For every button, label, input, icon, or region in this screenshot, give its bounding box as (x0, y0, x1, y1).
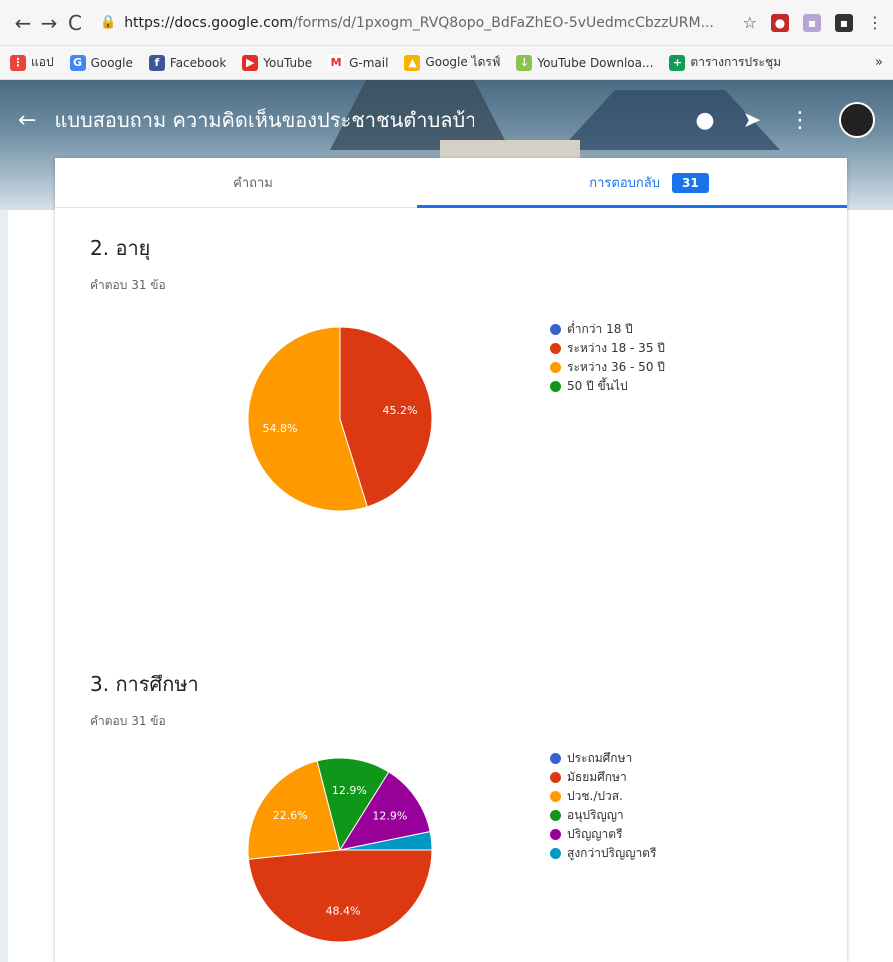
youtube-icon: ▶ (242, 54, 259, 71)
pie-slice-label: 22.6% (273, 809, 308, 822)
legend-item: ปวช./ปวส. (550, 787, 656, 806)
legend-label: ระหว่าง 18 - 35 ปี (567, 341, 665, 355)
legend-item: 50 ปี ขึ้นไป (550, 377, 665, 396)
responses-card: คำถาม การตอบกลับ 31 2. อายุ คำตอบ 31 ข้อ … (55, 158, 847, 962)
form-tabs: คำถาม การตอบกลับ 31 (55, 158, 847, 208)
question-age: 2. อายุ คำตอบ 31 ข้อ (90, 232, 166, 295)
response-count-text: คำตอบ 31 ข้อ (90, 278, 166, 292)
bookmark-facebook[interactable]: f Facebook (148, 54, 226, 71)
age-legend: ต่ำกว่า 18 ปีระหว่าง 18 - 35 ปีระหว่าง 3… (550, 320, 665, 396)
address-bar[interactable]: 🔒 https://docs.google.com/forms/d/1pxogm… (100, 15, 733, 31)
forward-arrow-icon[interactable]: → (36, 11, 62, 35)
browser-toolbar: ← → C 🔒 https://docs.google.com/forms/d/… (0, 0, 893, 46)
star-icon[interactable]: ☆ (743, 13, 757, 32)
active-tab-indicator (417, 205, 847, 208)
profile-extension-icon[interactable]: ▪ (835, 13, 853, 32)
shield-extension-icon[interactable]: ● (771, 13, 789, 32)
send-icon[interactable]: ➤ (743, 108, 761, 133)
form-title: แบบสอบถาม ความคิดเห็นของประชาชนตำบลบ้า (54, 108, 475, 132)
pie-slice-label: 12.9% (372, 809, 407, 822)
reload-icon[interactable]: C (62, 11, 88, 35)
legend-item: ประถมศึกษา (550, 749, 656, 768)
drive-icon: ▲ (404, 54, 421, 71)
legend-color-dot (550, 772, 561, 783)
legend-color-dot (550, 810, 561, 821)
back-arrow-icon[interactable]: ← (10, 11, 36, 35)
lock-icon: 🔒 (100, 15, 117, 30)
tab-questions[interactable]: คำถาม (55, 158, 451, 207)
pdf-extension-icon[interactable]: ▪ (803, 13, 821, 32)
pie-slice-label: 54.8% (262, 422, 297, 435)
legend-color-dot (550, 848, 561, 859)
legend-item: ระหว่าง 36 - 50 ปี (550, 358, 665, 377)
legend-item: สูงกว่าปริญญาตรี (550, 844, 656, 863)
legend-label: 50 ปี ขึ้นไป (567, 379, 628, 393)
page-background-edge (0, 210, 8, 962)
age-pie-chart: 45.2% 54.8% (247, 326, 433, 512)
education-legend: ประถมศึกษามัธยมศึกษาปวช./ปวส. อนุปริญญาปร… (550, 749, 656, 863)
bookmarks-bar: ⋮ แอป G Google f Facebook ▶ YouTube M G-mail … (0, 46, 893, 80)
bookmark-gmail[interactable]: M G-mail (328, 54, 388, 71)
legend-color-dot (550, 324, 561, 335)
bookmark-youtube[interactable]: ▶ YouTube (242, 54, 312, 71)
legend-item: มัธยมศึกษา (550, 768, 656, 787)
calendar-plus-icon: + (669, 54, 686, 71)
legend-item: ปริญญาตรี (550, 825, 656, 844)
url-text: https://docs.google.com/forms/d/1pxogm_R… (124, 14, 714, 31)
question-title: 3. การศึกษา (90, 672, 199, 696)
legend-color-dot (550, 791, 561, 802)
legend-color-dot (550, 362, 561, 373)
responses-count-badge: 31 (672, 172, 709, 193)
legend-item: ระหว่าง 18 - 35 ปี (550, 339, 665, 358)
pie-slice[interactable] (247, 849, 433, 943)
bookmark-apps[interactable]: ⋮ แอป (10, 53, 54, 72)
legend-label: สูงกว่าปริญญาตรี (567, 846, 657, 860)
form-header-bar: ← แบบสอบถาม ความคิดเห็นของประชาชนตำบลบ้า… (0, 80, 893, 160)
education-pie-chart: 48.4% 22.6% 12.9% 12.9% (247, 757, 433, 943)
pie-slice-label: 45.2% (383, 404, 418, 417)
more-bookmarks-icon[interactable]: » (875, 55, 883, 70)
pie-slice-label: 12.9% (332, 784, 367, 797)
legend-label: อนุปริญญา (567, 808, 624, 822)
bookmark-google[interactable]: G Google (69, 54, 133, 71)
bookmark-youtube-downloader[interactable]: ↓ YouTube Downloa... (516, 54, 653, 71)
legend-label: ปริญญาตรี (567, 827, 623, 841)
avatar[interactable] (839, 102, 875, 138)
legend-color-dot (550, 381, 561, 392)
tab-responses[interactable]: การตอบกลับ 31 (451, 158, 847, 207)
legend-label: ปวช./ปวส. (567, 789, 623, 803)
more-vert-icon[interactable]: ⋮ (789, 108, 811, 133)
question-education: 3. การศึกษา คำตอบ 31 ข้อ (90, 668, 199, 731)
legend-label: ระหว่าง 36 - 50 ปี (567, 360, 665, 374)
legend-item: อนุปริญญา (550, 806, 656, 825)
pie-slice-label: 48.4% (326, 905, 361, 918)
legend-item: ต่ำกว่า 18 ปี (550, 320, 665, 339)
facebook-icon: f (148, 54, 165, 71)
back-icon[interactable]: ← (18, 108, 36, 133)
legend-color-dot (550, 753, 561, 764)
legend-label: มัธยมศึกษา (567, 770, 627, 784)
legend-label: ต่ำกว่า 18 ปี (567, 322, 633, 336)
gmail-icon: M (328, 54, 345, 71)
palette-icon[interactable]: ● (695, 108, 714, 133)
apps-grid-icon: ⋮ (10, 54, 26, 71)
menu-icon[interactable]: ⋮ (867, 13, 883, 32)
download-icon: ↓ (516, 54, 533, 71)
google-g-icon: G (69, 54, 86, 71)
legend-label: ประถมศึกษา (567, 751, 633, 765)
legend-color-dot (550, 829, 561, 840)
question-title: 2. อายุ (90, 236, 151, 260)
bookmark-meeting-table[interactable]: + ตารางการประชุม (669, 53, 781, 72)
bookmark-drive[interactable]: ▲ Google ไดรฟ์ (404, 53, 500, 72)
legend-color-dot (550, 343, 561, 354)
response-count-text: คำตอบ 31 ข้อ (90, 714, 166, 728)
